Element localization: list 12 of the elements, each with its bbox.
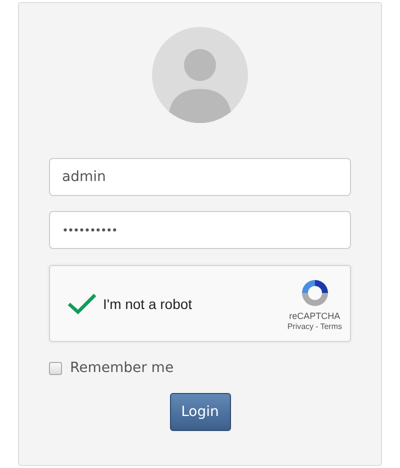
login-button[interactable]: Login: [170, 393, 230, 431]
username-field[interactable]: admin: [49, 158, 351, 196]
terms-link[interactable]: Terms: [320, 322, 342, 330]
remember-checkbox[interactable]: [49, 362, 62, 374]
privacy-link[interactable]: Privacy: [287, 322, 314, 330]
captcha-label: I'm not a robot: [103, 296, 194, 312]
recaptcha-brand: reCAPTCHA: [289, 310, 340, 320]
checkmark-icon[interactable]: [67, 292, 97, 314]
remember-label: Remember me: [70, 360, 174, 376]
avatar-icon: [152, 27, 248, 123]
password-field[interactable]: ••••••••••: [49, 211, 351, 249]
link-separator: -: [316, 322, 318, 330]
